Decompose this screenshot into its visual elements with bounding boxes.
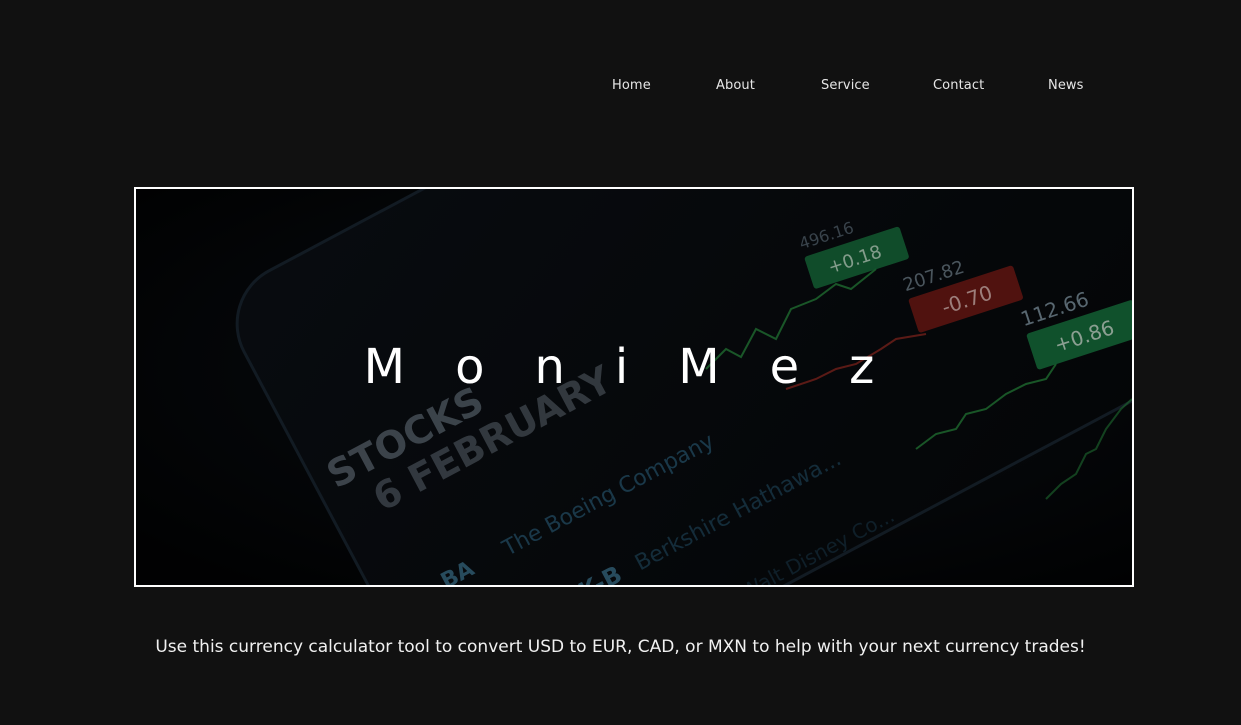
main-nav: Home About Service Contact News <box>0 78 1241 96</box>
hero-banner: STOCKS 6 FEBRUARY BA The Boeing Company … <box>134 187 1134 587</box>
site-title: MoniMez <box>363 339 925 395</box>
nav-news-link[interactable]: News <box>1048 78 1084 93</box>
nav-service-link[interactable]: Service <box>821 78 870 93</box>
page: Home About Service Contact News STOCKS 6… <box>0 0 1241 725</box>
nav-contact-link[interactable]: Contact <box>933 78 984 93</box>
nav-about-link[interactable]: About <box>716 78 755 93</box>
tagline: Use this currency calculator tool to con… <box>155 637 1086 657</box>
nav-home-link[interactable]: Home <box>612 78 651 93</box>
